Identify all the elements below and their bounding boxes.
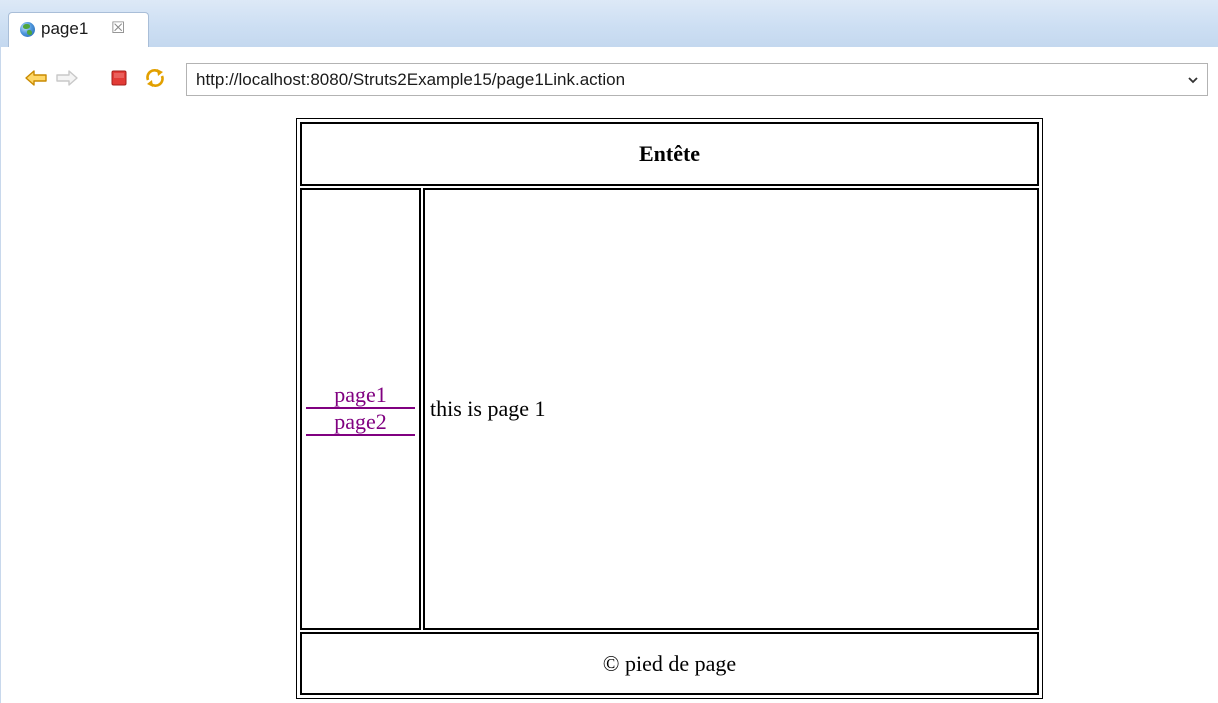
forward-button[interactable]	[55, 66, 79, 90]
page-footer: © pied de page	[602, 650, 737, 676]
close-icon[interactable]: ☒	[111, 17, 125, 39]
page2-link[interactable]: page2	[306, 409, 415, 436]
body-text: this is page 1	[430, 396, 546, 421]
page1-link[interactable]: page1	[306, 382, 415, 409]
back-button[interactable]	[24, 66, 48, 90]
stop-icon	[111, 70, 127, 86]
tab-strip	[0, 0, 1218, 47]
browser-tab[interactable]: page1 ☒	[8, 12, 149, 47]
back-arrow-icon	[25, 70, 47, 86]
chevron-down-icon[interactable]	[1185, 72, 1201, 88]
header-cell: Entête	[300, 122, 1039, 186]
tab-title: page1	[41, 19, 89, 38]
menu-cell: page1 page2	[300, 188, 421, 630]
globe-icon	[20, 22, 35, 37]
page-header: Entête	[638, 141, 701, 166]
body-cell: this is page 1	[423, 188, 1039, 630]
forward-arrow-icon	[56, 70, 78, 86]
footer-cell: © pied de page	[300, 632, 1039, 695]
refresh-icon	[146, 69, 164, 87]
address-bar	[186, 63, 1208, 96]
refresh-button[interactable]	[143, 66, 167, 90]
stop-button[interactable]	[107, 66, 131, 90]
url-input[interactable]	[196, 64, 1177, 95]
view-border	[0, 47, 1, 703]
